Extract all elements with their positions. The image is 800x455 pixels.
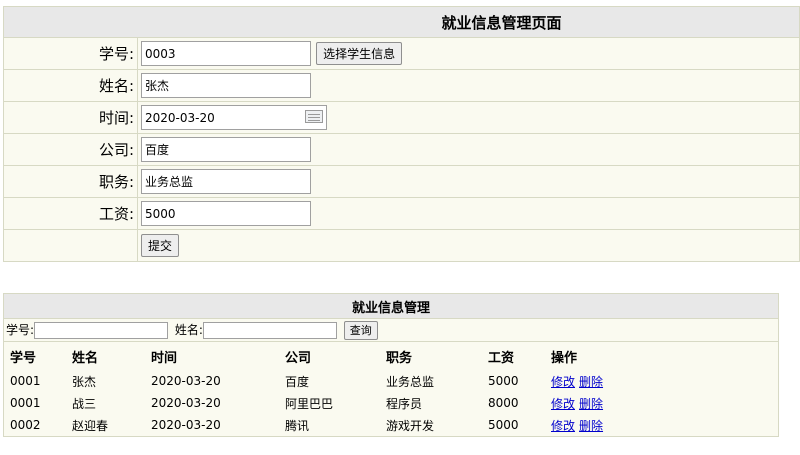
date-label: 时间: <box>3 101 138 134</box>
cell-name: 赵迎春 <box>72 418 109 433</box>
student-id-input[interactable] <box>141 41 311 66</box>
submit-button[interactable]: 提交 <box>141 234 180 257</box>
position-input[interactable] <box>141 169 311 194</box>
name-input[interactable] <box>141 73 311 98</box>
col-company: 公司 <box>285 350 312 366</box>
cell-position: 游戏开发 <box>386 418 435 433</box>
col-student-id: 学号 <box>10 350 37 366</box>
cell-id: 0001 <box>10 396 41 410</box>
date-input[interactable] <box>141 105 327 130</box>
cell-date: 2020-03-20 <box>151 396 221 410</box>
delete-link[interactable]: 删除 <box>579 397 603 411</box>
company-label: 公司: <box>3 133 138 166</box>
table-row: 0001 战三 2020-03-20 阿里巴巴 程序员 8000 修改 删除 <box>4 392 778 414</box>
col-name: 姓名 <box>72 350 99 366</box>
cell-date: 2020-03-20 <box>151 418 221 432</box>
cell-id: 0002 <box>10 418 41 432</box>
table-header: 学号 姓名 时间 公司 职务 工资 操作 <box>4 342 778 370</box>
search-name-label: 姓名: <box>174 322 203 337</box>
cell-actions: 修改 删除 <box>545 392 778 414</box>
company-input[interactable] <box>141 137 311 162</box>
form-title: 就业信息管理页面 <box>3 6 800 38</box>
cell-actions: 修改 删除 <box>545 414 778 436</box>
col-date: 时间 <box>151 350 178 366</box>
cell-salary: 5000 <box>488 418 519 432</box>
name-label: 姓名: <box>3 69 138 102</box>
edit-link[interactable]: 修改 <box>551 375 575 389</box>
cell-company: 阿里巴巴 <box>285 396 334 411</box>
cell-salary: 8000 <box>488 396 519 410</box>
salary-label: 工资: <box>3 197 138 230</box>
salary-input[interactable] <box>141 201 311 226</box>
col-actions: 操作 <box>551 350 578 366</box>
cell-company: 腾讯 <box>285 418 310 433</box>
col-salary: 工资 <box>488 350 515 366</box>
search-name-input[interactable] <box>202 321 337 339</box>
delete-link[interactable]: 删除 <box>579 375 603 389</box>
cell-actions: 修改 删除 <box>545 370 778 392</box>
cell-position: 业务总监 <box>386 374 435 389</box>
calendar-icon[interactable] <box>305 110 323 123</box>
date-picker[interactable] <box>141 105 327 130</box>
cell-id: 0001 <box>10 374 41 388</box>
employment-table: 学号 姓名 时间 公司 职务 工资 操作 0001 张杰 2020-03-20 <box>4 342 778 436</box>
employment-form: 就业信息管理页面 学号: 选择学生信息 姓名: 时间: 公司: 职务: 工资: <box>3 6 800 262</box>
list-title: 就业信息管理 <box>3 293 779 319</box>
delete-link[interactable]: 删除 <box>579 419 603 433</box>
table-row: 0002 赵迎春 2020-03-20 腾讯 游戏开发 5000 修改 删除 <box>4 414 778 436</box>
table-row: 0001 张杰 2020-03-20 百度 业务总监 5000 修改 删除 <box>4 370 778 392</box>
position-label: 职务: <box>3 165 138 198</box>
cell-company: 百度 <box>285 374 310 389</box>
student-id-label: 学号: <box>3 37 138 70</box>
select-student-button[interactable]: 选择学生信息 <box>316 42 403 65</box>
cell-date: 2020-03-20 <box>151 374 221 388</box>
query-button[interactable]: 查询 <box>343 320 378 340</box>
employment-list: 就业信息管理 学号: 姓名: 查询 学号 姓名 时间 公司 职务 工资 操作 0… <box>3 293 779 437</box>
cell-name: 张杰 <box>72 374 97 389</box>
cell-name: 战三 <box>72 396 97 411</box>
cell-position: 程序员 <box>386 396 423 411</box>
col-position: 职务 <box>386 350 413 366</box>
edit-link[interactable]: 修改 <box>551 397 575 411</box>
search-bar: 学号: 姓名: 查询 <box>3 318 779 342</box>
edit-link[interactable]: 修改 <box>551 419 575 433</box>
cell-salary: 5000 <box>488 374 519 388</box>
search-id-input[interactable] <box>34 321 169 339</box>
search-id-label: 学号: <box>6 322 35 337</box>
